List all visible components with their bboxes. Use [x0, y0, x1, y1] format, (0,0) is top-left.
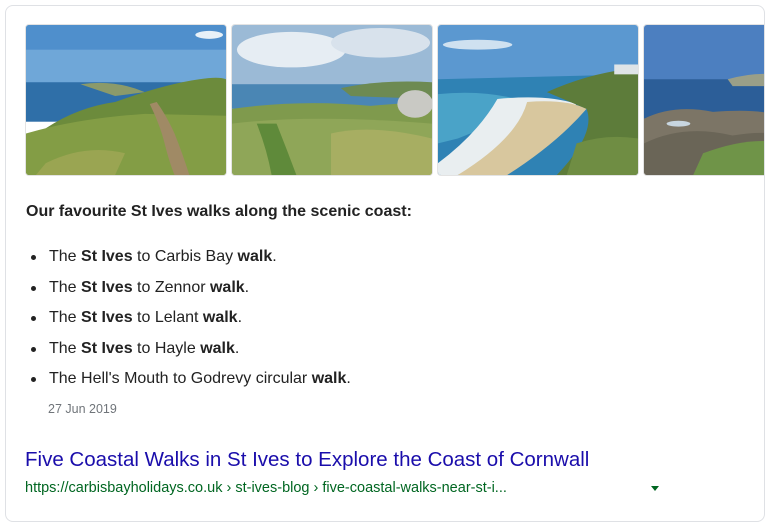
snippet-date: 27 Jun 2019 [48, 402, 117, 416]
list-item: The St Ives to Zennor walk. [26, 278, 351, 309]
result-title-link[interactable]: Five Coastal Walks in St Ives to Explore… [25, 448, 589, 472]
list-item: The St Ives to Lelant walk. [26, 308, 351, 339]
thumbnail-sandy-beach[interactable] [437, 24, 639, 176]
thumbnail-grass-path[interactable] [231, 24, 433, 176]
thumbnail-rocky-coast[interactable] [643, 24, 764, 176]
thumbnail-coastal-path[interactable] [25, 24, 227, 176]
snippet-heading: Our favourite St Ives walks along the sc… [26, 203, 412, 220]
list-item: The St Ives to Hayle walk. [26, 339, 351, 370]
list-item: The Hell's Mouth to Godrevy circular wal… [26, 369, 351, 400]
list-item: The St Ives to Carbis Bay walk. [26, 247, 351, 278]
walks-list: The St Ives to Carbis Bay walk. The St I… [26, 247, 351, 400]
result-url: https://carbisbayholidays.co.uk › st-ive… [25, 480, 507, 496]
featured-snippet-card: Our favourite St Ives walks along the sc… [5, 5, 765, 522]
url-dropdown-arrow-icon[interactable] [651, 486, 659, 491]
image-carousel [25, 24, 764, 176]
